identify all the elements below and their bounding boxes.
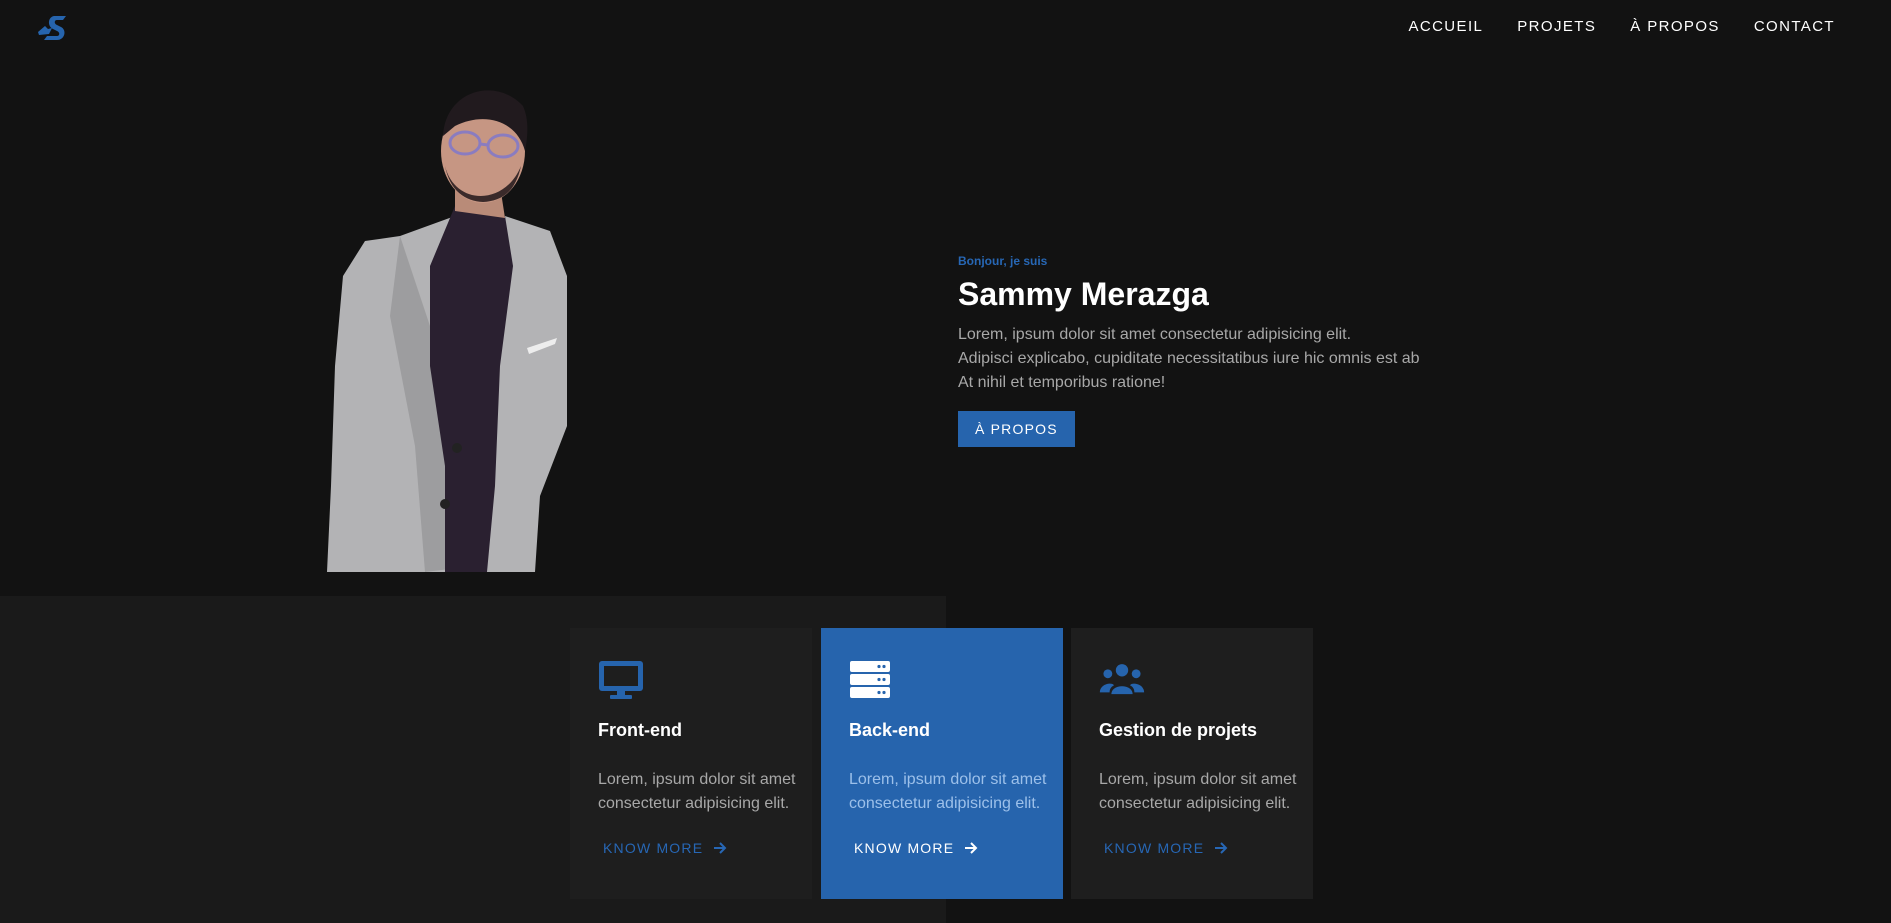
hero-description-line: Lorem, ipsum dolor sit amet consectetur … bbox=[958, 326, 1352, 343]
know-more-link[interactable]: KNOW MORE bbox=[1104, 840, 1228, 856]
nav-item-contact[interactable]: CONTACT bbox=[1754, 18, 1835, 35]
know-more-label: KNOW MORE bbox=[854, 840, 955, 856]
nav-item-a-propos[interactable]: À PROPOS bbox=[1630, 18, 1720, 35]
know-more-label: KNOW MORE bbox=[603, 840, 704, 856]
hero-name: Sammy Merazga bbox=[958, 276, 1209, 312]
arrow-right-icon bbox=[1215, 842, 1228, 854]
about-button[interactable]: À PROPOS bbox=[958, 411, 1075, 447]
desktop-icon bbox=[599, 661, 643, 699]
hero-greeting: Bonjour, je suis bbox=[958, 254, 1048, 268]
know-more-link[interactable]: KNOW MORE bbox=[854, 840, 978, 856]
service-title: Front-end bbox=[598, 720, 682, 740]
service-description-line: Lorem, ipsum dolor sit amet bbox=[1099, 771, 1297, 788]
service-card-backend: Back-end Lorem, ipsum dolor sit amet con… bbox=[821, 628, 1063, 899]
page: ACCUEIL PROJETS À PROPOS CONTACT Bonjour… bbox=[0, 0, 1891, 923]
portrait-image bbox=[327, 90, 567, 572]
nav-item-projets[interactable]: PROJETS bbox=[1517, 18, 1596, 35]
hero-description-line: Adipisci explicabo, cupiditate necessita… bbox=[958, 350, 1420, 367]
service-description: Lorem, ipsum dolor sit amet consectetur … bbox=[849, 768, 1054, 816]
service-title: Back-end bbox=[849, 720, 931, 740]
service-card-frontend: Front-end Lorem, ipsum dolor sit amet co… bbox=[570, 628, 812, 899]
nav-item-accueil[interactable]: ACCUEIL bbox=[1408, 18, 1483, 35]
service-description: Lorem, ipsum dolor sit amet consectetur … bbox=[598, 768, 803, 816]
arrow-right-icon bbox=[965, 842, 978, 854]
hero-description-line: At nihil et temporibus ratione! bbox=[958, 374, 1166, 391]
know-more-link[interactable]: KNOW MORE bbox=[603, 840, 727, 856]
know-more-label: KNOW MORE bbox=[1104, 840, 1205, 856]
hero-section: Bonjour, je suis Sammy Merazga Lorem, ip… bbox=[958, 254, 1458, 447]
users-icon bbox=[1099, 664, 1145, 695]
service-description-line: consectetur adipisicing elit. bbox=[849, 795, 1041, 812]
service-description-line: consectetur adipisicing elit. bbox=[598, 795, 790, 812]
service-description: Lorem, ipsum dolor sit amet consectetur … bbox=[1099, 768, 1304, 816]
main-nav: ACCUEIL PROJETS À PROPOS CONTACT bbox=[1408, 18, 1835, 35]
server-icon bbox=[850, 661, 890, 698]
service-description-line: consectetur adipisicing elit. bbox=[1099, 795, 1291, 812]
s-logo-icon[interactable] bbox=[36, 14, 68, 42]
service-title: Gestion de projets bbox=[1099, 720, 1258, 740]
service-card-project-management: Gestion de projets Lorem, ipsum dolor si… bbox=[1071, 628, 1313, 899]
service-description-line: Lorem, ipsum dolor sit amet bbox=[849, 771, 1047, 788]
service-description-line: Lorem, ipsum dolor sit amet bbox=[598, 771, 796, 788]
hero-description: Lorem, ipsum dolor sit amet consectetur … bbox=[958, 323, 1458, 395]
arrow-right-icon bbox=[714, 842, 727, 854]
